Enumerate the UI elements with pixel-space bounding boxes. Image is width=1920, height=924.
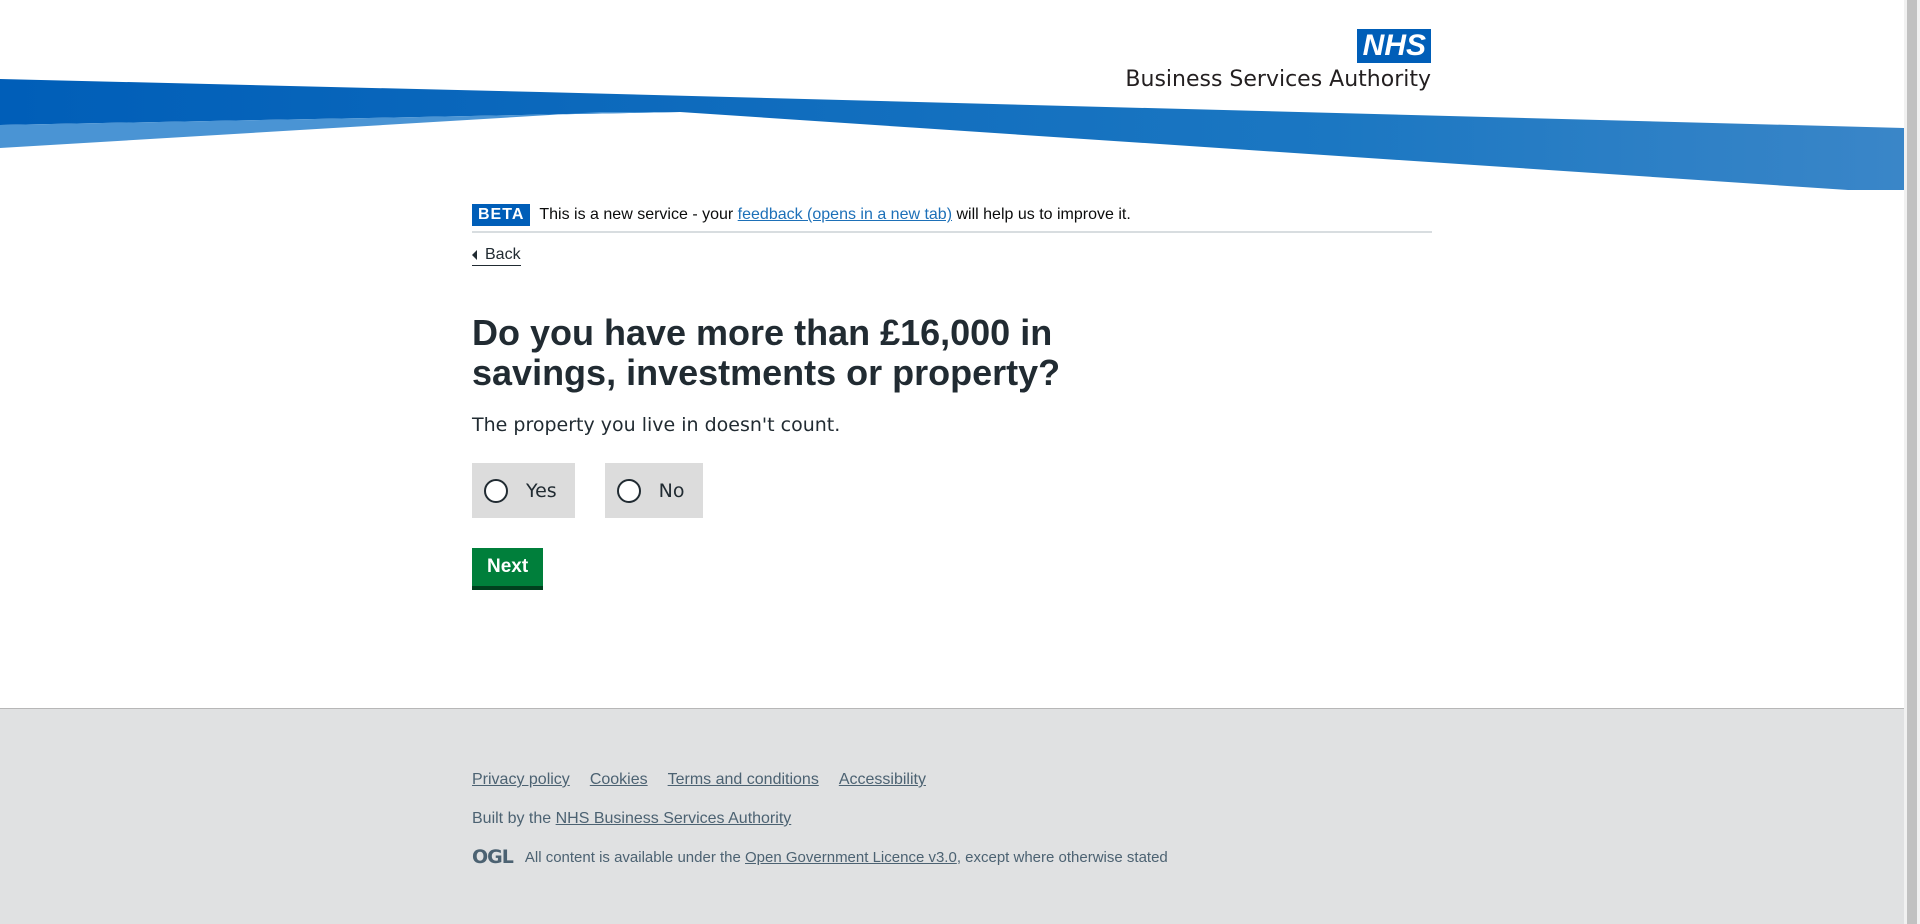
ogl-licence-link[interactable]: Open Government Licence v3.0	[745, 849, 957, 866]
feedback-link[interactable]: feedback (opens in a new tab)	[738, 206, 952, 223]
question-heading: Do you have more than £16,000 in savings…	[472, 312, 1061, 393]
footer-link-privacy[interactable]: Privacy policy	[472, 771, 570, 789]
footer-link-terms[interactable]: Terms and conditions	[668, 771, 819, 789]
phase-banner: BETA This is a new service - your feedba…	[472, 199, 1432, 233]
radio-option-no[interactable]: No	[604, 463, 703, 518]
chevron-left-icon	[472, 250, 477, 260]
footer-links: Privacy policy Cookies Terms and conditi…	[472, 771, 926, 789]
question-hint: The property you live in doesn't count.	[472, 414, 841, 436]
site-footer: Privacy policy Cookies Terms and conditi…	[0, 708, 1904, 924]
licence-text-after: , except where otherwise stated	[956, 848, 1168, 866]
radio-circle-icon[interactable]	[616, 478, 641, 503]
radio-option-yes[interactable]: Yes	[472, 463, 575, 518]
phase-text-before: This is a new service - your	[539, 206, 734, 223]
nhs-logo: NHS	[1356, 29, 1431, 63]
scrollbar-thumb[interactable]	[1907, 0, 1917, 924]
vertical-scrollbar[interactable]	[1904, 0, 1920, 924]
built-by-text: Built by the	[472, 810, 552, 827]
next-button[interactable]: Next	[472, 548, 544, 586]
back-link-label: Back	[485, 246, 521, 263]
phase-text-after: will help us to improve it.	[956, 206, 1131, 223]
nhsbsa-logo[interactable]: NHS Business Services Authority	[1125, 29, 1431, 92]
ogl-logo-icon: OGL	[472, 846, 514, 868]
org-name: Business Services Authority	[1125, 67, 1431, 92]
phase-tag: BETA	[472, 204, 531, 226]
radio-label-yes: Yes	[526, 479, 557, 502]
header-wave-decoration	[0, 79, 1904, 190]
radio-circle-icon[interactable]	[484, 478, 508, 503]
built-by: Built by the NHS Business Services Autho…	[472, 810, 791, 828]
licence-text-before: All content is available under the	[524, 848, 741, 866]
page: NHS Business Services Authority BETA Thi…	[0, 0, 1920, 924]
footer-link-accessibility[interactable]: Accessibility	[839, 771, 926, 789]
footer-link-cookies[interactable]: Cookies	[590, 771, 648, 789]
phase-text: This is a new service - your feedback (o…	[539, 206, 1130, 224]
licence-statement: OGL All content is available under the O…	[472, 846, 1168, 868]
radio-label-no: No	[658, 479, 685, 502]
site-header: NHS Business Services Authority	[0, 0, 1904, 200]
nhsbsa-link[interactable]: NHS Business Services Authority	[556, 810, 792, 827]
back-link[interactable]: Back	[472, 246, 521, 266]
radio-group: Yes No	[472, 463, 1432, 518]
